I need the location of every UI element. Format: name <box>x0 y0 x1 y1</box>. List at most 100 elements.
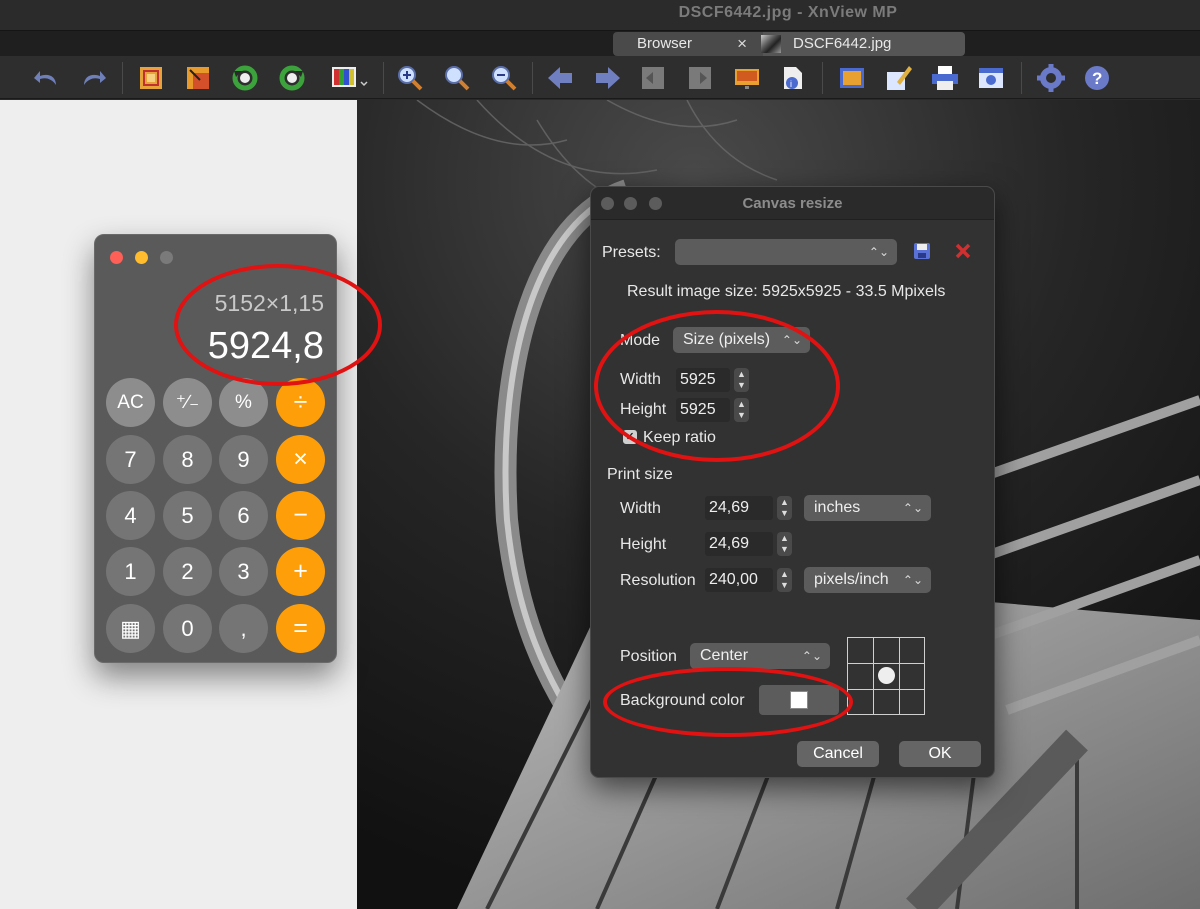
resize-icon[interactable] <box>184 64 212 92</box>
anchor-position-grid[interactable] <box>847 637 925 715</box>
color-adjust-icon[interactable] <box>330 64 370 92</box>
info-icon[interactable]: i <box>779 64 807 92</box>
print-size-heading: Print size <box>607 466 673 483</box>
save-preset-icon[interactable] <box>913 242 931 260</box>
next-icon[interactable] <box>593 64 621 92</box>
zoom-fit-icon[interactable] <box>443 64 471 92</box>
rotate-right-icon[interactable] <box>278 64 306 92</box>
tab-image[interactable]: DSCF6442.jpg <box>761 32 965 56</box>
toolbar-separator <box>1021 62 1022 94</box>
digit-5-button[interactable]: 5 <box>163 491 212 540</box>
chevron-updown-icon: ⌃⌄ <box>902 501 923 515</box>
print-unit-select[interactable]: inches ⌃⌄ <box>804 495 931 521</box>
print-width-label: Width <box>620 500 661 517</box>
edit-icon[interactable] <box>885 64 913 92</box>
next-page-icon[interactable] <box>686 64 714 92</box>
zoom-window-button[interactable] <box>160 251 173 264</box>
resolution-unit-value: pixels/inch <box>814 571 889 588</box>
grid-line <box>848 689 924 690</box>
calculator-mode-icon[interactable]: ▦ <box>106 604 155 653</box>
print-height-stepper[interactable]: ▲ ▼ <box>777 532 792 556</box>
print-width-input[interactable]: 24,69 <box>705 496 773 520</box>
tab-bar: Browser × DSCF6442.jpg <box>0 30 1200 56</box>
zoom-in-icon[interactable] <box>396 64 424 92</box>
grid-line <box>899 638 900 714</box>
resolution-input[interactable]: 240,00 <box>705 568 773 592</box>
digit-4-button[interactable]: 4 <box>106 491 155 540</box>
ok-button[interactable]: OK <box>899 741 981 767</box>
capture-icon[interactable] <box>977 64 1005 92</box>
grid-line <box>873 638 874 714</box>
digit-2-button[interactable]: 2 <box>163 547 212 596</box>
print-width-stepper[interactable]: ▲ ▼ <box>777 496 792 520</box>
previous-icon[interactable] <box>547 64 575 92</box>
dialog-title: Canvas resize <box>742 195 843 212</box>
toolbar-separator <box>532 62 533 94</box>
position-select[interactable]: Center ⌃⌄ <box>690 643 830 669</box>
help-icon[interactable]: ? <box>1083 64 1111 92</box>
equals-button[interactable]: = <box>276 604 325 653</box>
toolbar: i ? <box>0 56 1200 99</box>
svg-text:i: i <box>790 79 792 89</box>
presets-label: Presets: <box>602 244 661 261</box>
position-value: Center <box>700 647 749 664</box>
toolbar-separator <box>122 62 123 94</box>
minimize-window-button[interactable] <box>135 251 148 264</box>
digit-1-button[interactable]: 1 <box>106 547 155 596</box>
print-height-label: Height <box>620 536 667 553</box>
resolution-label: Resolution <box>620 572 696 589</box>
undo-icon[interactable] <box>33 64 61 92</box>
previous-page-icon[interactable] <box>639 64 667 92</box>
crop-icon[interactable] <box>137 64 165 92</box>
digit-9-button[interactable]: 9 <box>219 435 268 484</box>
grid-line <box>848 663 924 664</box>
zoom-out-icon[interactable] <box>490 64 518 92</box>
multiply-button[interactable]: × <box>276 435 325 484</box>
all-clear-button[interactable]: AC <box>106 378 155 427</box>
tab-browser-label: Browser <box>637 35 693 52</box>
resolution-stepper[interactable]: ▲ ▼ <box>777 568 792 592</box>
redo-icon[interactable] <box>79 64 107 92</box>
chevron-updown-icon: ⌃⌄ <box>868 245 889 259</box>
annotation-ellipse-background <box>603 667 853 737</box>
resolution-unit-select[interactable]: pixels/inch ⌃⌄ <box>804 567 931 593</box>
digit-6-button[interactable]: 6 <box>219 491 268 540</box>
tab-image-label: DSCF6442.jpg <box>793 35 892 52</box>
svg-text:?: ? <box>1092 69 1102 88</box>
cancel-button[interactable]: Cancel <box>797 741 879 767</box>
print-icon[interactable] <box>931 64 959 92</box>
result-size-text: Result image size: 5925x5925 - 33.5 Mpix… <box>627 283 946 300</box>
annotation-ellipse-size <box>594 310 840 462</box>
decimal-button[interactable]: , <box>219 604 268 653</box>
annotation-ellipse-calculator <box>174 264 382 386</box>
anchor-center-dot <box>878 667 895 684</box>
percent-button[interactable]: % <box>219 378 268 427</box>
subtract-button[interactable]: − <box>276 491 325 540</box>
close-window-button[interactable] <box>110 251 123 264</box>
tab-close-icon[interactable]: × <box>737 32 747 56</box>
sign-toggle-button[interactable]: ⁺∕₋ <box>163 378 212 427</box>
rotate-left-icon[interactable] <box>231 64 259 92</box>
digit-0-button[interactable]: 0 <box>163 604 212 653</box>
presets-select[interactable]: ⌃⌄ <box>675 239 897 265</box>
image-thumbnail <box>761 35 781 53</box>
chevron-updown-icon: ⌃⌄ <box>801 649 822 663</box>
tab-browser[interactable]: Browser × <box>613 32 763 56</box>
delete-preset-icon[interactable] <box>954 242 972 260</box>
print-height-input[interactable]: 24,69 <box>705 532 773 556</box>
digit-8-button[interactable]: 8 <box>163 435 212 484</box>
dialog-titlebar: Canvas resize <box>591 187 994 220</box>
window-title: DSCF6442.jpg - XnView MP <box>678 4 898 21</box>
window-titlebar: DSCF6442.jpg - XnView MP <box>0 0 1200 30</box>
settings-icon[interactable] <box>1037 64 1065 92</box>
chevron-updown-icon: ⌃⌄ <box>902 573 923 587</box>
toolbar-separator <box>822 62 823 94</box>
print-unit-value: inches <box>814 499 861 516</box>
digit-3-button[interactable]: 3 <box>219 547 268 596</box>
add-button[interactable]: + <box>276 547 325 596</box>
toolbar-separator <box>383 62 384 94</box>
slideshow-icon[interactable] <box>733 64 761 92</box>
digit-7-button[interactable]: 7 <box>106 435 155 484</box>
fullscreen-icon[interactable] <box>838 64 866 92</box>
position-label: Position <box>620 648 677 665</box>
